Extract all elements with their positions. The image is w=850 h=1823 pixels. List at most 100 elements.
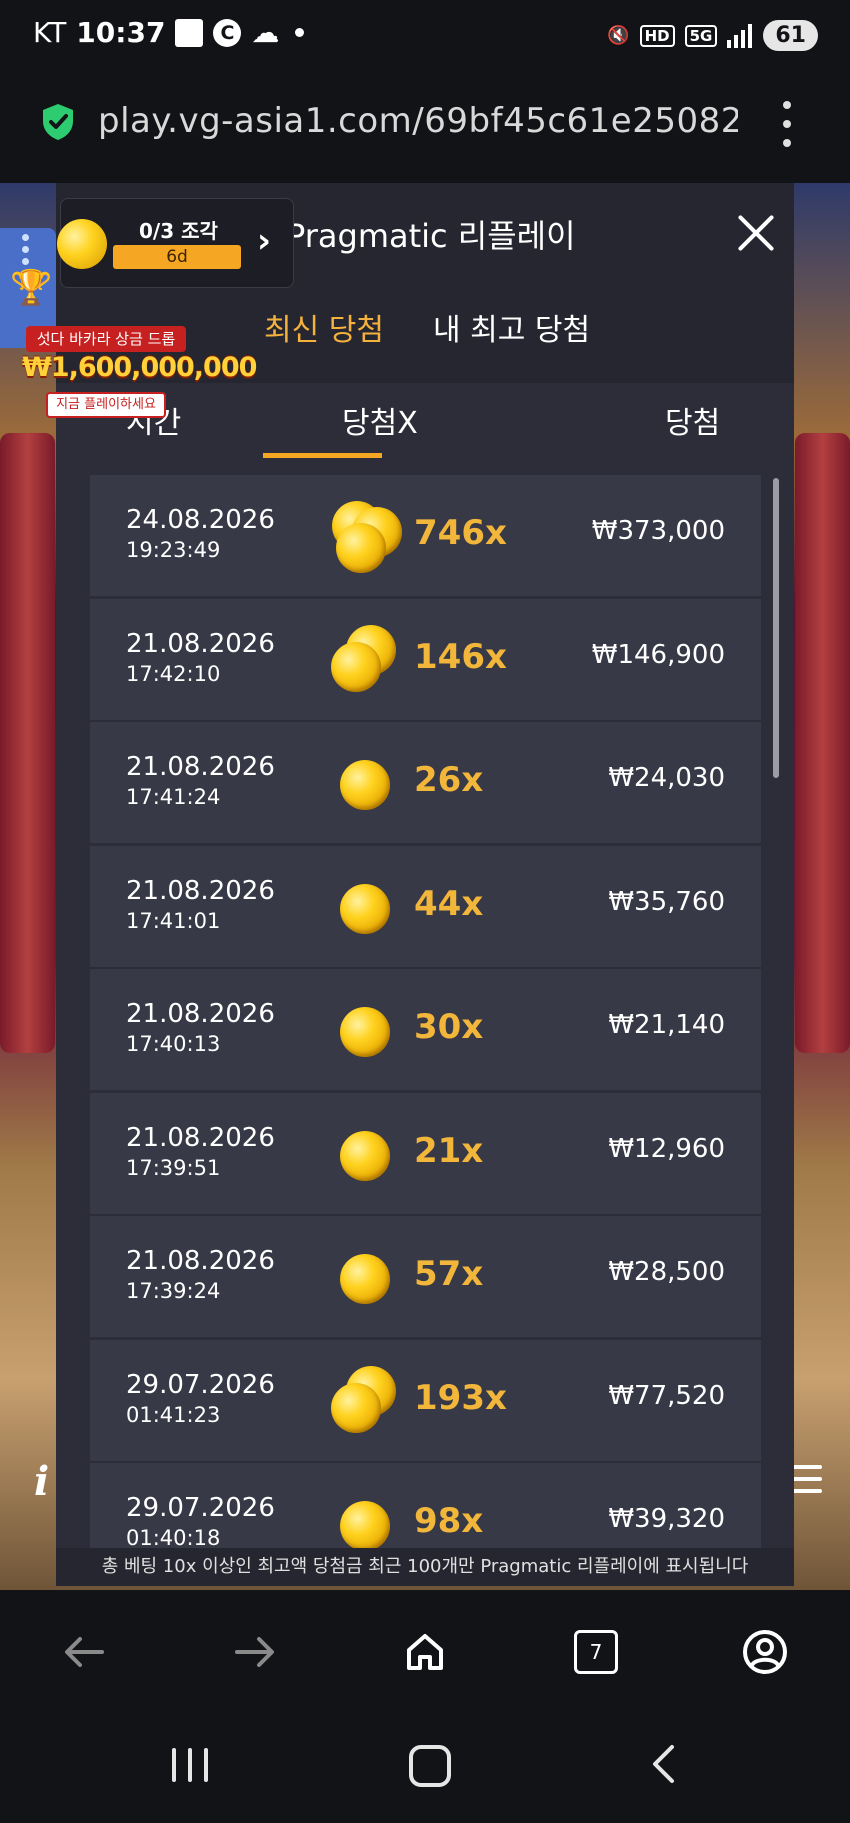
win-time: 17:39:51 (126, 1155, 221, 1180)
drop-banner: 섯다 바카라 상금 드롭 (26, 326, 186, 352)
win-amount: ₩373,000 (591, 516, 725, 546)
carrier-label: KT (33, 16, 67, 49)
coin-icon (331, 1382, 381, 1433)
system-home-icon[interactable] (409, 1745, 451, 1787)
coin-icon (340, 760, 390, 810)
win-multiplier: 98x (414, 1501, 484, 1541)
win-row[interactable]: 29.07.2026 01:40:18 98x ₩39,320 (90, 1461, 761, 1553)
win-amount: ₩28,500 (608, 1257, 725, 1287)
win-list: 24.08.2026 19:23:49 746x ₩373,000 21.08.2026… (90, 475, 761, 1553)
win-multiplier: 30x (414, 1007, 484, 1047)
win-time: 19:23:49 (126, 538, 221, 562)
win-multiplier: 746x (414, 513, 507, 553)
win-multiplier: 57x (414, 1254, 484, 1294)
mute-icon: 🔇 (607, 25, 630, 46)
win-time: 17:42:10 (126, 661, 221, 686)
win-amount: ₩21,140 (608, 1010, 725, 1040)
replay-modal: Pragmatic 리플레이 최신 당첨 내 최고 당첨 시간 당첨X 당첨 2… (56, 183, 794, 1586)
system-back-icon[interactable] (650, 1744, 676, 1784)
coin-icon (57, 219, 107, 269)
coin-icon (340, 1501, 390, 1551)
info-icon[interactable]: i (34, 1458, 49, 1505)
win-time: 17:41:01 (126, 908, 221, 933)
back-arrow-icon[interactable] (54, 1622, 114, 1682)
list-scrollbar[interactable] (773, 478, 779, 778)
win-date: 21.08.2026 (126, 875, 275, 906)
play-now-button[interactable]: 지금 플레이하세요 (46, 392, 166, 418)
win-amount: ₩77,520 (608, 1380, 725, 1411)
forward-arrow-icon[interactable] (225, 1622, 285, 1682)
win-time: 01:41:23 (126, 1402, 221, 1427)
win-date: 21.08.2026 (126, 999, 275, 1029)
url-field[interactable]: play.vg-asia1.com/69bf45c61e25082a (98, 101, 738, 141)
win-amount: ₩24,030 (608, 763, 725, 793)
coin-icon (336, 523, 386, 573)
footer-note: 총 베팅 10x 이상인 최고액 당첨금 최근 100개만 Pragmatic … (56, 1548, 794, 1586)
tab-latest-wins[interactable]: 최신 당첨 (264, 305, 384, 349)
close-icon[interactable] (734, 211, 778, 255)
notification-icon (175, 18, 204, 47)
coin-icon (340, 1130, 390, 1181)
win-date: 21.08.2026 (126, 1122, 275, 1153)
pieces-counter: 0/3 조각 (139, 219, 218, 243)
win-row[interactable]: 21.08.2026 17:42:10 146x ₩146,900 (90, 596, 761, 720)
column-header-win: 당첨 (665, 406, 721, 441)
win-row[interactable]: 21.08.2026 17:41:24 26x ₩24,030 (90, 720, 761, 843)
win-time: 17:40:13 (126, 1032, 221, 1056)
5g-badge: 5G (684, 24, 718, 47)
hd-badge: HD (639, 24, 675, 47)
win-amount: ₩12,960 (608, 1133, 725, 1164)
chevron-right-icon[interactable]: › (257, 221, 271, 261)
jackpot-amount: ₩1,600,000,000 (22, 352, 257, 383)
coin-icon (340, 1007, 390, 1057)
win-row[interactable]: 21.08.2026 17:39:51 21x ₩12,960 (90, 1090, 761, 1214)
win-multiplier: 193x (414, 1377, 507, 1418)
coin-icon (340, 1254, 390, 1304)
win-row[interactable]: 24.08.2026 19:23:49 746x ₩373,000 (90, 475, 761, 596)
win-time: 17:39:24 (126, 1279, 221, 1303)
system-navigation-bar (0, 1720, 850, 1823)
win-date: 29.07.2026 (126, 1369, 275, 1400)
win-multiplier: 44x (414, 883, 484, 924)
clock: 10:37 (76, 16, 166, 49)
win-multiplier: 21x (414, 1130, 484, 1171)
win-date: 21.08.2026 (126, 628, 275, 659)
pieces-promo-card[interactable]: 0/3 조각 6d › (57, 198, 294, 288)
win-time: 01:40:18 (126, 1526, 221, 1550)
win-multiplier: 146x (414, 636, 507, 677)
tabs-button[interactable]: 7 (566, 1622, 626, 1682)
win-row[interactable]: 21.08.2026 17:41:01 44x ₩35,760 (90, 843, 761, 967)
win-amount: ₩39,320 (608, 1504, 725, 1534)
account-icon[interactable] (735, 1622, 795, 1682)
status-bar: KT 10:37 C ☁ 🔇 HD 5G 61 (0, 0, 850, 75)
win-time: 17:41:24 (126, 785, 221, 809)
win-date: 29.07.2026 (126, 1493, 275, 1523)
win-multiplier: 26x (414, 760, 484, 800)
column-header-multiplier: 당첨X (342, 406, 418, 441)
cloud-icon: ☁ (251, 16, 280, 49)
coin-icon (340, 883, 390, 934)
win-date: 21.08.2026 (126, 1246, 275, 1276)
win-row[interactable]: 29.07.2026 01:41:23 193x ₩77,520 (90, 1337, 761, 1461)
battery-indicator: 61 (763, 20, 818, 51)
game-pillar-right (795, 433, 850, 1053)
win-date: 24.08.2026 (126, 505, 275, 535)
tab-handle-icon (22, 234, 29, 265)
more-notifications-icon (295, 28, 305, 37)
game-pillar-left (0, 433, 55, 1053)
tab-count: 7 (574, 1630, 618, 1674)
signal-icon (727, 23, 753, 48)
browser-menu-icon[interactable] (776, 101, 798, 147)
recents-icon[interactable] (172, 1748, 208, 1782)
win-row[interactable]: 21.08.2026 17:40:13 30x ₩21,140 (90, 967, 761, 1090)
browser-url-bar: play.vg-asia1.com/69bf45c61e25082a (0, 75, 850, 183)
win-amount: ₩146,900 (591, 639, 725, 670)
trophy-icon: 🏆 (10, 268, 53, 308)
browser-bottom-bar: 7 (0, 1590, 850, 1720)
secure-shield-icon[interactable] (42, 103, 74, 141)
tab-my-best-wins[interactable]: 내 최고 당첨 (433, 305, 590, 349)
coin-icon (331, 641, 381, 692)
win-amount: ₩35,760 (608, 886, 725, 917)
home-icon[interactable] (395, 1622, 455, 1682)
win-row[interactable]: 21.08.2026 17:39:24 57x ₩28,500 (90, 1214, 761, 1337)
